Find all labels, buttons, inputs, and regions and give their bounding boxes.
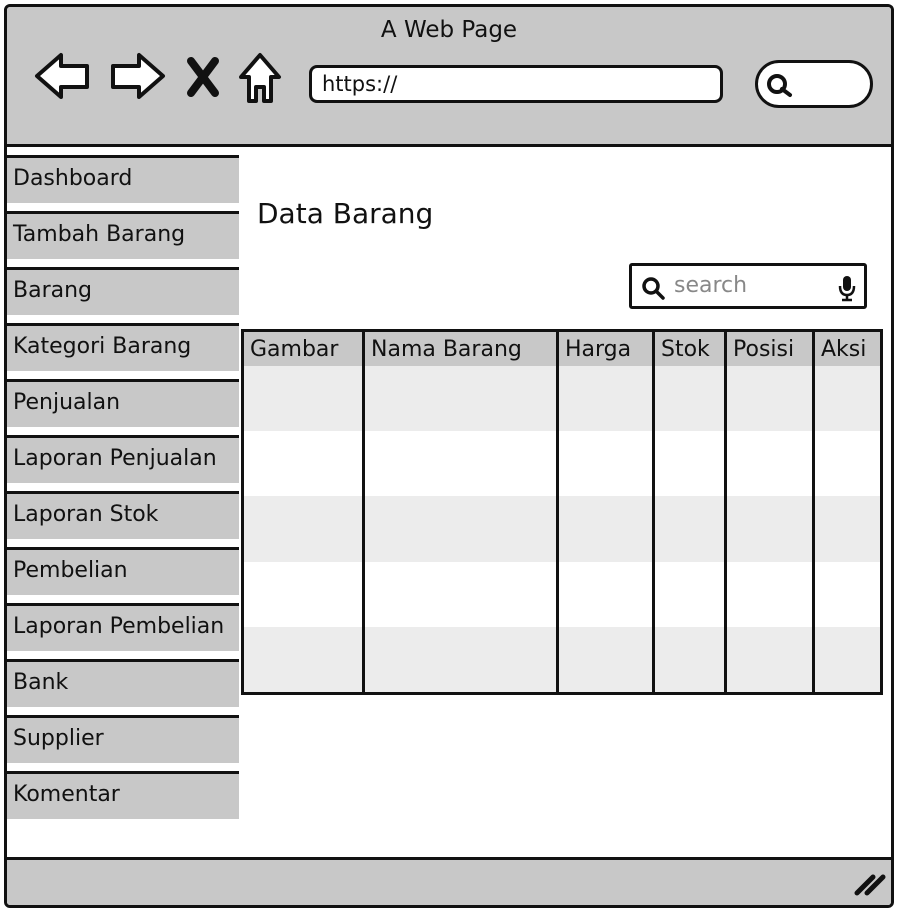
- close-x-icon[interactable]: [183, 45, 223, 107]
- table-cell: [363, 496, 559, 562]
- browser-search-button[interactable]: [755, 60, 873, 108]
- table-cell: [242, 366, 365, 432]
- table-cell: [725, 431, 815, 497]
- sidebar-item-penjualan[interactable]: Penjualan: [7, 379, 239, 427]
- column-header-nama-barang[interactable]: Nama Barang: [363, 330, 559, 366]
- browser-toolbar: A Web Page https://: [7, 7, 891, 147]
- table-cell: [813, 366, 882, 432]
- sidebar-item-supplier[interactable]: Supplier: [7, 715, 239, 763]
- table-row[interactable]: [242, 626, 882, 694]
- sidebar-item-pembelian[interactable]: Pembelian: [7, 547, 239, 595]
- resize-grip-icon[interactable]: [851, 869, 887, 897]
- browser-window: A Web Page https:// Dashboard Tambah Bar…: [4, 4, 894, 908]
- table-header-row: Gambar Nama Barang Harga Stok Posisi Aks…: [242, 330, 882, 366]
- table-cell: [557, 366, 655, 432]
- table-cell: [725, 561, 815, 627]
- table-cell: [653, 626, 727, 694]
- table-row[interactable]: [242, 431, 882, 497]
- table-cell: [653, 496, 727, 562]
- table-cell: [653, 366, 727, 432]
- data-table: Gambar Nama Barang Harga Stok Posisi Aks…: [241, 329, 883, 695]
- search-icon: [767, 74, 792, 97]
- table-cell: [557, 626, 655, 694]
- table-cell: [653, 431, 727, 497]
- table-cell: [557, 496, 655, 562]
- sidebar-item-komentar[interactable]: Komentar: [7, 771, 239, 819]
- back-arrow-icon[interactable]: [33, 45, 93, 107]
- column-header-gambar[interactable]: Gambar: [242, 330, 365, 366]
- sidebar-item-barang[interactable]: Barang: [7, 267, 239, 315]
- table-cell: [363, 431, 559, 497]
- home-icon[interactable]: [235, 45, 285, 107]
- table-cell: [363, 366, 559, 432]
- table-cell: [557, 561, 655, 627]
- table-cell: [557, 431, 655, 497]
- microphone-icon[interactable]: [838, 274, 856, 302]
- page-title: Data Barang: [257, 197, 434, 230]
- sidebar: Dashboard Tambah Barang Barang Kategori …: [7, 155, 239, 827]
- table-cell: [242, 561, 365, 627]
- table-cell: [242, 626, 365, 694]
- table-row[interactable]: [242, 366, 882, 432]
- table-cell: [725, 626, 815, 694]
- column-header-aksi[interactable]: Aksi: [813, 330, 882, 366]
- table-cell: [363, 626, 559, 694]
- table-cell: [725, 496, 815, 562]
- table-cell: [814, 562, 882, 627]
- table-cell: [242, 496, 365, 562]
- status-bar: [7, 857, 891, 905]
- table-cell: [814, 431, 882, 496]
- sidebar-item-laporan-pembelian[interactable]: Laporan Pembelian: [7, 603, 239, 651]
- sidebar-item-dashboard[interactable]: Dashboard: [7, 155, 239, 203]
- table-cell: [363, 561, 559, 627]
- column-header-stok[interactable]: Stok: [653, 330, 727, 366]
- table-cell: [725, 366, 815, 432]
- table-cell: [242, 431, 365, 497]
- table-cell: [813, 626, 882, 694]
- window-title: A Web Page: [380, 17, 518, 43]
- table-row[interactable]: [242, 496, 882, 562]
- sidebar-item-laporan-stok[interactable]: Laporan Stok: [7, 491, 239, 539]
- sidebar-item-kategori-barang[interactable]: Kategori Barang: [7, 323, 239, 371]
- url-field[interactable]: https://: [309, 65, 723, 103]
- sidebar-item-bank[interactable]: Bank: [7, 659, 239, 707]
- sidebar-item-laporan-penjualan[interactable]: Laporan Penjualan: [7, 435, 239, 483]
- forward-arrow-icon[interactable]: [107, 45, 167, 107]
- table-cell: [653, 561, 727, 627]
- table-cell: [813, 496, 882, 562]
- search-placeholder: search: [674, 273, 748, 298]
- search-icon: [642, 277, 665, 300]
- table-row[interactable]: [242, 561, 882, 627]
- column-header-harga[interactable]: Harga: [557, 330, 655, 366]
- sidebar-item-tambah-barang[interactable]: Tambah Barang: [7, 211, 239, 259]
- column-header-posisi[interactable]: Posisi: [725, 330, 815, 366]
- search-input[interactable]: search: [629, 263, 867, 309]
